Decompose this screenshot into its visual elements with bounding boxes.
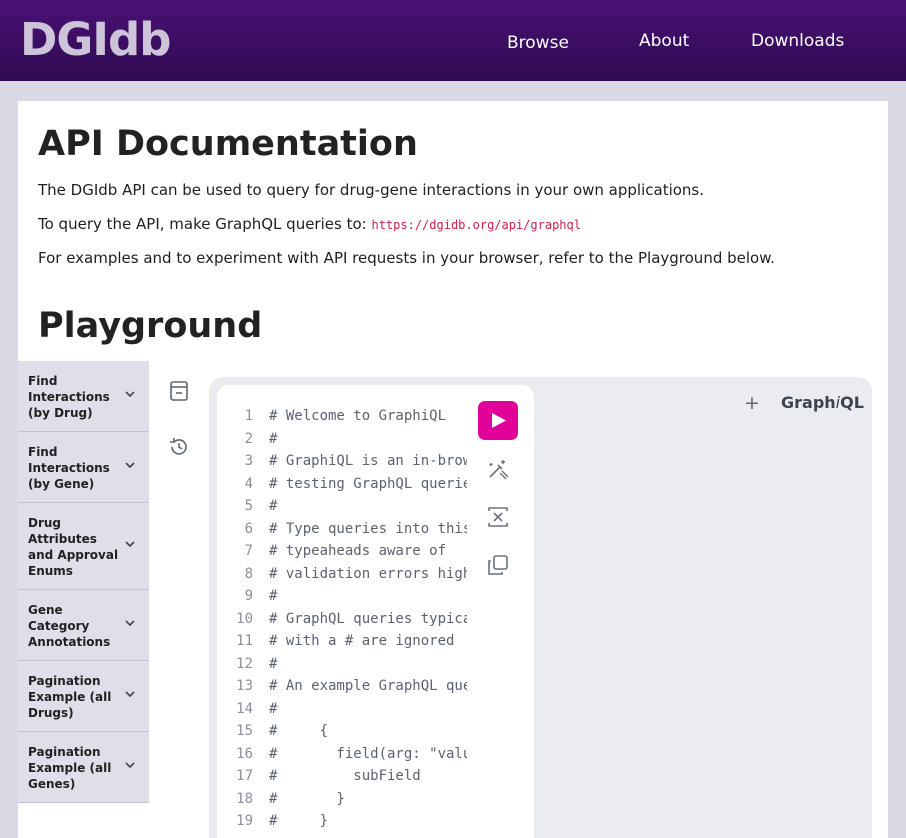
line-number: 16 [236,745,253,762]
code-line: 9 # [217,586,467,606]
page-title: API Documentation [38,124,418,164]
code-text: # testing GraphQL queries [269,475,467,492]
code-text: # } [269,790,345,807]
line-number: 1 [244,408,253,424]
code-text: # typeaheads aware of [269,543,447,559]
example-gene-category[interactable]: Gene Category Annotations [18,590,149,661]
code-line: 19 # } [217,811,467,831]
line-number: 2 [244,430,253,447]
line-number: 12 [236,655,253,672]
code-text: # An example GraphQL query [269,678,467,694]
chevron-down-icon [125,691,135,698]
code-text: # GraphiQL is an in-browser [269,453,467,469]
line-number: 15 [236,723,253,739]
code-text: # [269,655,278,672]
intro-text: The DGIdb API can be used to query for d… [38,181,705,199]
nav-about-link[interactable]: About [639,30,689,52]
code-text: # Type queries into this [269,520,467,537]
code-text: # with a # are ignored [269,633,455,649]
nav-downloads-link[interactable]: Downloads [751,30,844,52]
code-line: 15 # { [217,721,467,741]
line-number: 9 [244,588,253,604]
code-line: 6 # Type queries into this [217,519,467,539]
code-line: 5 # [217,496,467,516]
code-text: # Welcome to GraphiQL [269,408,447,424]
code-line: 13 # An example GraphQL query [217,676,467,696]
code-line: 4 # testing GraphQL queries [217,474,467,494]
chevron-down-icon [125,762,135,769]
code-text: # } [269,813,329,829]
chevron-down-icon [125,620,135,627]
line-number: 3 [244,453,253,469]
code-text: # validation errors highlighted [269,565,467,582]
brand-suffix: QL [840,393,864,412]
query-prefix-text: To query the API, make GraphQL queries t… [38,215,372,233]
example-drug-attributes[interactable]: Drug Attributes and Approval Enums [18,503,149,590]
examples-text: For examples and to experiment with API … [38,249,775,267]
code-line: 7 # typeaheads aware of [217,541,467,561]
history-icon[interactable] [168,436,190,458]
line-number: 14 [236,700,253,717]
line-number: 10 [236,610,253,627]
top-navbar: DGIdb Browse About Downloads [0,0,906,81]
code-line: 2 # [217,429,467,449]
code-line: 11 # with a # are ignored [217,631,467,651]
chevron-down-icon [125,541,135,548]
example-pagination-drugs[interactable]: Pagination Example (all Drugs) [18,661,149,732]
copy-icon[interactable] [486,553,510,577]
code-text: # [269,498,278,514]
line-number: 5 [244,498,253,514]
playground-title: Playground [38,306,263,346]
line-number: 19 [236,813,253,829]
code-line: 8 # validation errors highlighted [217,564,467,584]
code-text: # { [269,723,329,739]
add-tab-button[interactable]: + [744,392,760,414]
code-text: # GraphQL queries typically [269,610,467,627]
line-number: 11 [236,633,253,649]
code-line: 3 # GraphiQL is an in-browser [217,451,467,471]
code-line: 16 # field(arg: "value") [217,744,467,764]
line-number: 7 [244,543,253,559]
code-line: 10 # GraphQL queries typically [217,609,467,629]
document-icon[interactable] [168,380,190,402]
example-find-interactions-gene[interactable]: Find Interactions (by Gene) [18,432,149,503]
code-line: 1 # Welcome to GraphiQL [217,406,467,426]
play-icon [492,413,506,428]
code-line: 12 # [217,654,467,674]
code-line: 17 # subField [217,766,467,786]
code-line: 14 # [217,699,467,719]
code-text: # subField [269,768,421,784]
examples-sidebar: Find Interactions (by Drug) Find Interac… [18,361,149,803]
code-text: # [269,430,278,447]
dgidb-logo[interactable]: DGIdb [20,14,171,66]
nav-browse-link[interactable]: Browse [507,32,569,54]
line-number: 8 [244,565,253,582]
example-find-interactions-drug[interactable]: Find Interactions (by Drug) [18,361,149,432]
chevron-down-icon [125,462,135,469]
chevron-down-icon [125,391,135,398]
example-pagination-genes[interactable]: Pagination Example (all Genes) [18,732,149,803]
prettify-icon[interactable] [486,457,510,481]
code-text: # [269,700,278,717]
graphiql-logo: GraphiQL [781,393,864,413]
line-number: 13 [236,678,253,694]
code-line: 18 # } [217,789,467,809]
merge-fragments-icon[interactable] [486,505,510,529]
line-number: 4 [244,475,253,492]
line-number: 6 [244,520,253,537]
code-text: # field(arg: "value") [269,745,467,762]
line-number: 18 [236,790,253,807]
line-number: 17 [236,768,253,784]
code-text: # [269,588,278,604]
execute-query-button[interactable] [478,401,518,440]
query-editor[interactable]: 1 # Welcome to GraphiQL 2 #3 # GraphiQL is a… [217,385,534,838]
query-instructions: To query the API, make GraphQL queries t… [38,214,581,235]
brand-prefix: Graph [781,393,836,412]
api-endpoint-url: https://dgidb.org/api/graphql [371,218,581,232]
